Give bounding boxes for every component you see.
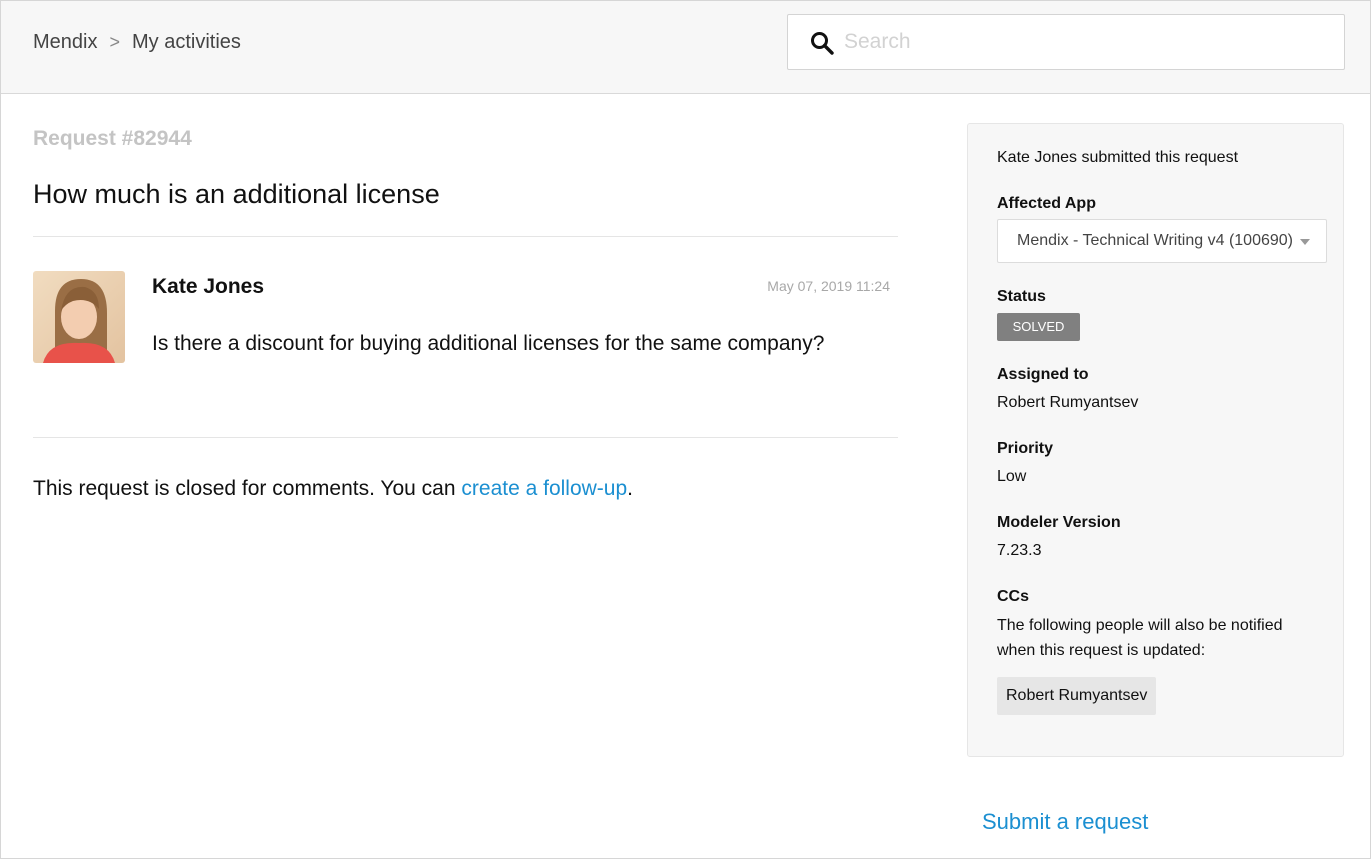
modeler-version-value: 7.23.3 (997, 542, 1042, 559)
priority-value: Low (997, 468, 1027, 485)
breadcrumb-separator: > (109, 32, 120, 52)
ccs-label: CCs (997, 588, 1030, 605)
priority-label: Priority (997, 440, 1054, 457)
submitted-text: Kate Jones submitted this request (997, 149, 1239, 166)
search-icon[interactable] (810, 31, 834, 55)
divider (33, 437, 898, 438)
post-timestamp: May 07, 2019 11:24 (767, 278, 890, 294)
search-input[interactable] (844, 25, 1324, 59)
submit-request-link[interactable]: Submit a request (982, 809, 1148, 835)
breadcrumb: Mendix > My activities (33, 31, 241, 54)
request-number: Request #82944 (33, 127, 192, 150)
create-follow-up-link[interactable]: create a follow-up (461, 477, 627, 500)
ccs-description: The following people will also be notifi… (997, 617, 1283, 659)
post-author: Kate Jones (152, 275, 265, 298)
divider (33, 236, 898, 237)
closed-note: This request is closed for comments. You… (33, 477, 633, 501)
affected-app-select[interactable]: Mendix - Technical Writing v4 (100690) (997, 219, 1327, 263)
chevron-down-icon (1300, 239, 1310, 245)
avatar (33, 271, 125, 363)
post-body: Is there a discount for buying additiona… (152, 332, 825, 355)
top-header: Mendix > My activities (1, 1, 1370, 94)
search-box[interactable] (787, 14, 1345, 70)
cc-chip: Robert Rumyantsev (997, 677, 1157, 715)
affected-app-value: Mendix - Technical Writing v4 (100690) (1017, 232, 1293, 249)
status-label: Status (997, 288, 1046, 305)
breadcrumb-mendix[interactable]: Mendix (33, 31, 97, 54)
modeler-version-label: Modeler Version (997, 514, 1121, 531)
affected-app-label: Affected App (997, 195, 1096, 212)
closed-note-text: This request is closed for comments. You… (33, 477, 462, 500)
assigned-label: Assigned to (997, 366, 1089, 383)
closed-note-period: . (627, 477, 633, 500)
request-details-panel: Kate Jones submitted this request Affect… (967, 123, 1344, 757)
status-badge: SOLVED (997, 313, 1080, 341)
breadcrumb-my-activities[interactable]: My activities (132, 31, 241, 54)
assigned-value: Robert Rumyantsev (997, 394, 1139, 411)
request-title: How much is an additional license (33, 179, 440, 209)
